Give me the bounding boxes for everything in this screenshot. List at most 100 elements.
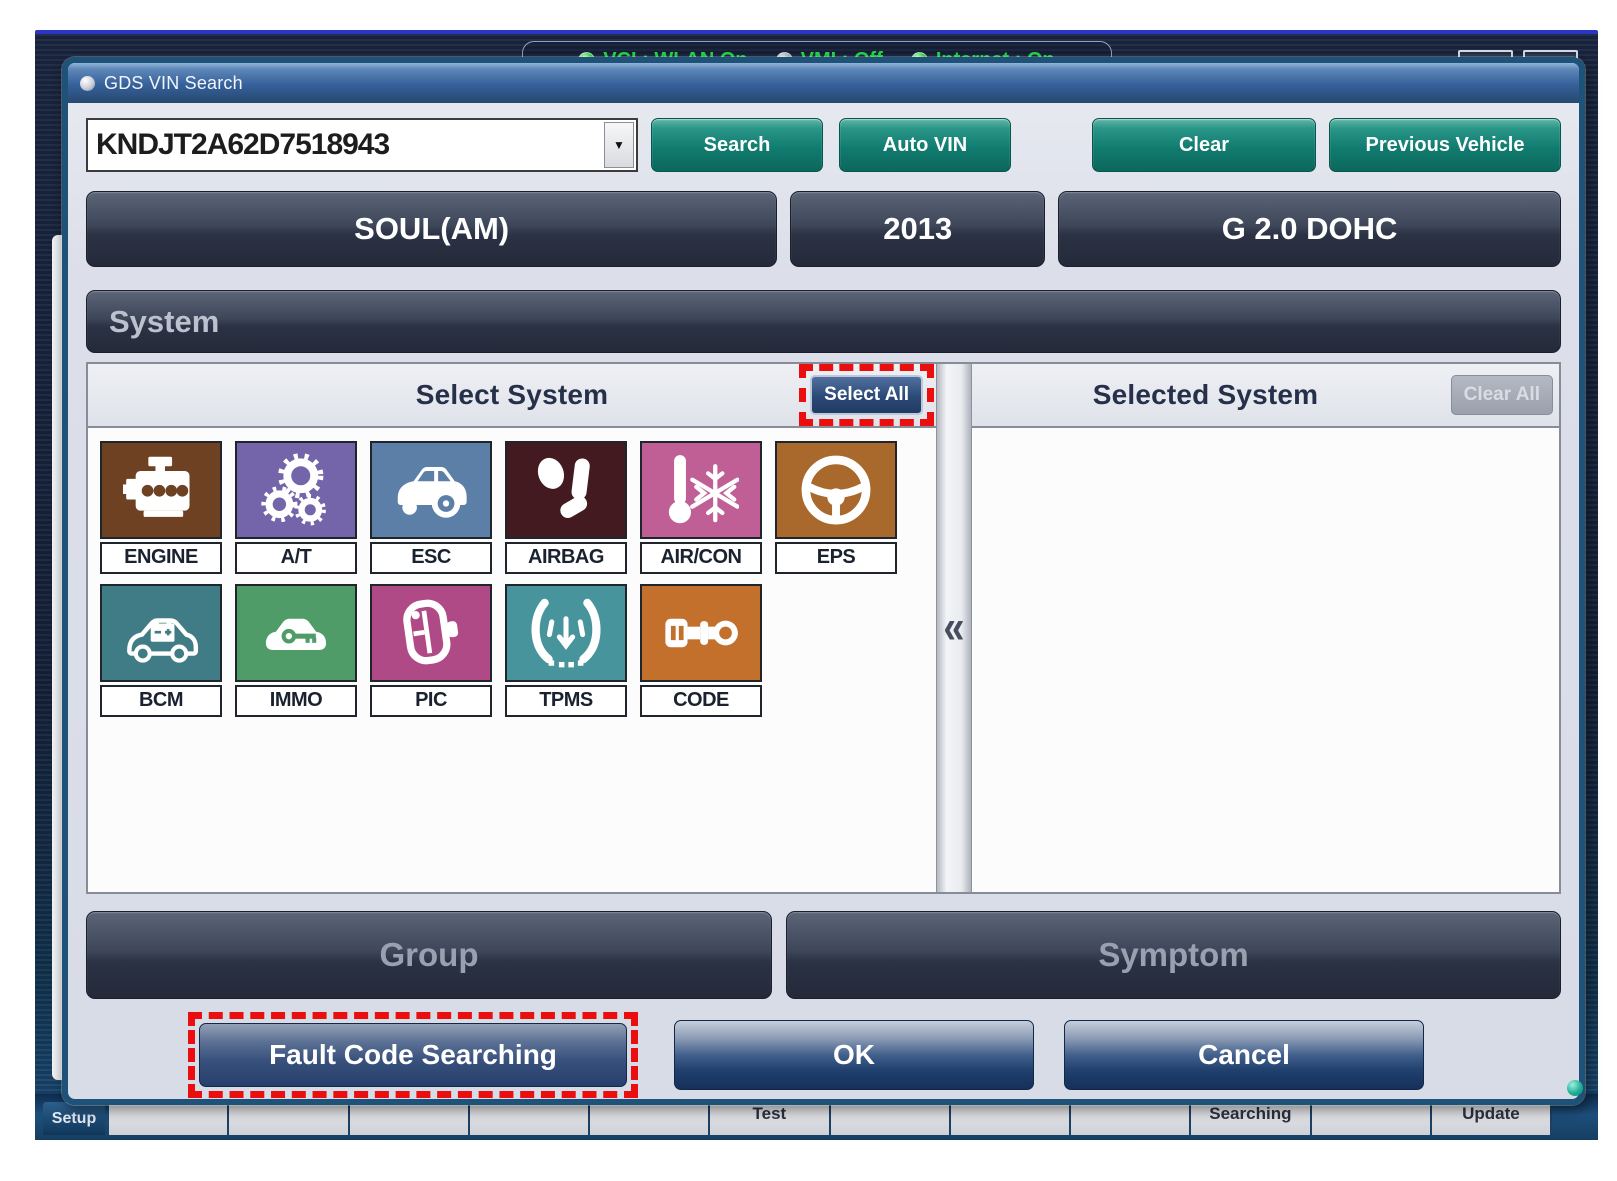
system-tile-icon-area [370,584,492,682]
system-tile-tpms[interactable]: TPMS [505,584,627,717]
taskbar-tab-setup[interactable]: Setup [43,1102,105,1135]
taskbar-tab-update[interactable]: Update [1432,1101,1552,1135]
taskbar-tab[interactable] [951,1101,1071,1135]
system-tile-icon-area [370,441,492,539]
taskbar-tab[interactable] [229,1101,349,1135]
system-section-title: System [109,304,219,340]
vin-dropdown-button[interactable]: ▼ [604,122,634,168]
panel-collapse-divider[interactable]: « [936,364,972,892]
auto-vin-button[interactable]: Auto VIN [839,118,1011,172]
key-icon [663,595,739,671]
taskbar-tab[interactable] [1071,1101,1191,1135]
engine-icon [123,452,199,528]
chevron-down-icon: ▼ [613,138,625,152]
selected-system-panel: Selected System Clear All [972,364,1559,892]
select-system-title: Select System [416,379,609,411]
red-dashed-highlight: Select All [799,364,934,426]
tire-pressure-icon [528,595,604,671]
car-brake-icon [393,452,469,528]
system-tile-icon-area [235,584,357,682]
system-tile-icon-area [235,441,357,539]
taskbar-tab-label: Update [1462,1104,1520,1124]
symptom-button[interactable]: Symptom [786,911,1561,999]
taskbar-strip: Test Searching Update [109,1101,1552,1135]
system-tile-airbag[interactable]: AIRBAG [505,441,627,574]
system-tile-air-con[interactable]: AIR/CON [640,441,762,574]
vin-input[interactable] [88,128,602,162]
thermometer-snowflake-icon [663,452,739,528]
airbag-seat-icon [528,452,604,528]
select-all-highlight: Select All [799,364,934,426]
system-tile-icon-area [100,441,222,539]
vehicle-model-button[interactable]: SOUL(AM) [86,191,777,267]
system-tile-esc[interactable]: ESC [370,441,492,574]
system-tile-icon-area [640,441,762,539]
system-tile-pic[interactable]: PIC [370,584,492,717]
cancel-button[interactable]: Cancel [1064,1020,1424,1090]
system-tile-label: CODE [640,685,762,717]
selected-system-header: Selected System Clear All [972,364,1559,428]
chevron-left-double-icon: « [943,601,964,655]
car-battery-icon [123,595,199,671]
selected-system-title: Selected System [1093,379,1319,411]
system-tile-label: ESC [370,542,492,574]
system-section-header: System [86,290,1561,353]
taskbar-tab[interactable] [350,1101,470,1135]
app-sphere-icon [80,76,95,91]
taskbar-tab-searching[interactable]: Searching [1191,1101,1311,1135]
system-grid: ENGINE A/T ESC AIRBAG AIR/CON EPS BCM IMMO PIC TP… [88,428,936,892]
info-status-icon [1567,1080,1583,1096]
dialog-titlebar[interactable]: GDS VIN Search [68,63,1579,103]
previous-vehicle-button[interactable]: Previous Vehicle [1329,118,1561,172]
vin-combobox: ▼ [86,118,638,172]
group-button[interactable]: Group [86,911,772,999]
system-tile-icon-area [640,584,762,682]
system-tile-label: AIR/CON [640,542,762,574]
system-tile-label: BCM [100,685,222,717]
select-system-header: Select System Select All [88,364,936,428]
group-row: Group Symptom [86,911,1561,999]
system-tile-code[interactable]: CODE [640,584,762,717]
vehicle-engine-button[interactable]: G 2.0 DOHC [1058,191,1561,267]
vin-row: ▼ Search Auto VIN Clear Previous Vehicle [86,118,1561,172]
gds-vin-search-dialog: GDS VIN Search ▼ Search Auto VIN Clear P… [62,57,1585,1105]
system-tile-icon-area [505,584,627,682]
fault-code-searching-button[interactable]: Fault Code Searching [199,1023,627,1087]
system-tile-eps[interactable]: EPS [775,441,897,574]
taskbar-tab[interactable] [1312,1101,1432,1135]
taskbar-tab[interactable] [590,1101,710,1135]
select-system-panel: Select System Select All ENGINE A/T ESC AIR… [88,364,936,892]
taskbar-tab-test[interactable]: Test [710,1101,830,1135]
taskbar-tab[interactable] [831,1101,951,1135]
vehicle-row: SOUL(AM) 2013 G 2.0 DOHC [86,191,1561,267]
system-tile-label: ENGINE [100,542,222,574]
vehicle-year-button[interactable]: 2013 [790,191,1045,267]
selected-system-list [972,428,1559,892]
taskbar-tab-label: Test [753,1104,787,1124]
select-all-button[interactable]: Select All [810,375,923,415]
search-button[interactable]: Search [651,118,823,172]
key-fob-icon [393,595,469,671]
system-tile-icon-area [775,441,897,539]
system-tile-label: TPMS [505,685,627,717]
clear-all-button[interactable]: Clear All [1451,375,1553,415]
footer-row: Fault Code Searching OK Cancel [86,1012,1561,1098]
taskbar-tab[interactable] [109,1101,229,1135]
dialog-content: ▼ Search Auto VIN Clear Previous Vehicle… [68,103,1579,1098]
taskbar-tab[interactable] [470,1101,590,1135]
system-tile-label: EPS [775,542,897,574]
clear-button[interactable]: Clear [1092,118,1316,172]
system-tile-label: IMMO [235,685,357,717]
system-panels: Select System Select All ENGINE A/T ESC AIR… [86,362,1561,894]
system-tile-immo[interactable]: IMMO [235,584,357,717]
system-tile-bcm[interactable]: BCM [100,584,222,717]
fault-code-searching-highlight: Fault Code Searching [188,1012,638,1098]
system-tile-label: AIRBAG [505,542,627,574]
ok-button[interactable]: OK [674,1020,1034,1090]
transmission-gears-icon [258,452,334,528]
system-tile-a-t[interactable]: A/T [235,441,357,574]
system-tile-engine[interactable]: ENGINE [100,441,222,574]
car-key-icon [258,595,334,671]
system-tile-icon-area [100,584,222,682]
dialog-title: GDS VIN Search [104,73,243,94]
